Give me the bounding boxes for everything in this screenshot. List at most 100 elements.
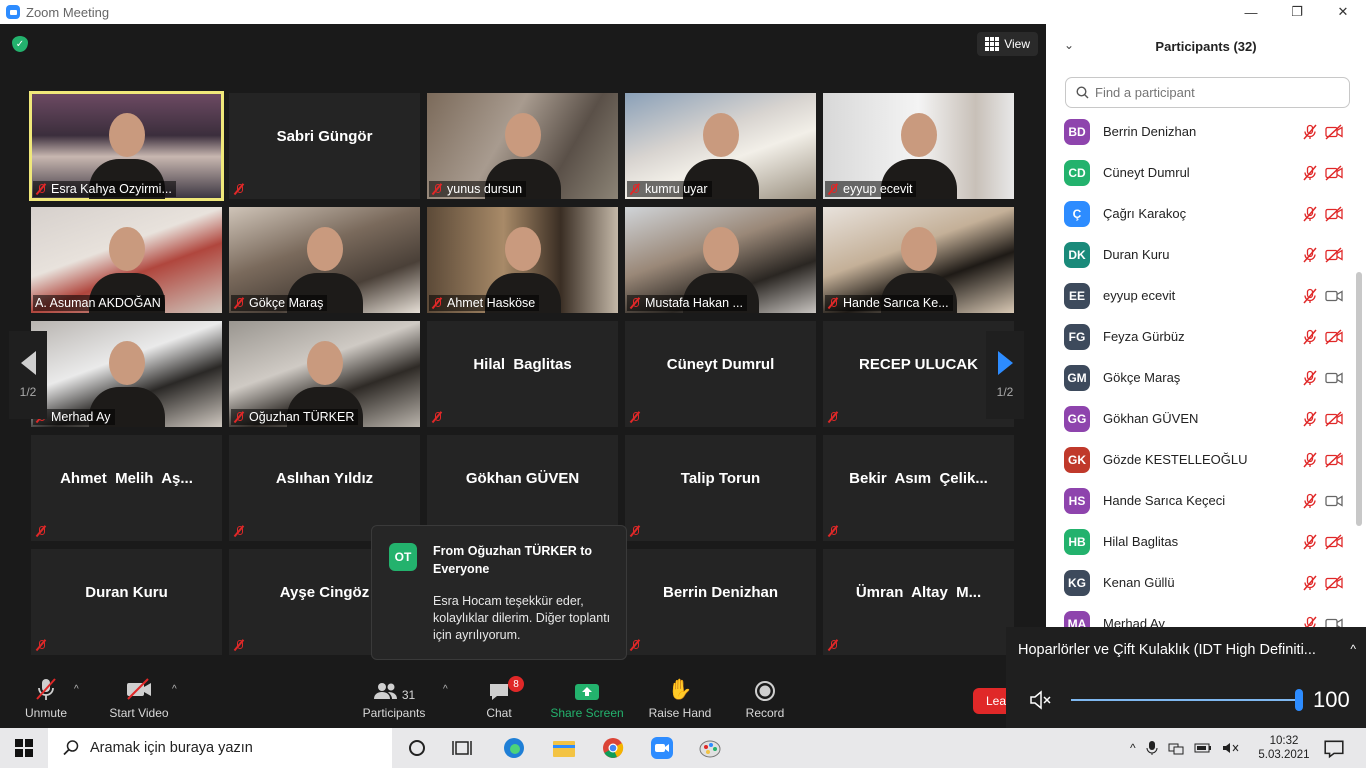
video-tile[interactable]: Oğuzhan TÜRKER: [229, 321, 420, 427]
participant-row[interactable]: KG Kenan Güllü: [1046, 562, 1356, 603]
battery-icon[interactable]: [1194, 741, 1212, 755]
task-view-icon[interactable]: [452, 737, 476, 759]
panel-scrollbar[interactable]: [1356, 272, 1362, 526]
participant-avatar: CD: [1064, 159, 1090, 186]
participant-row[interactable]: HS Hande Sarıca Keçeci: [1046, 480, 1356, 521]
zoom-app-icon[interactable]: [650, 737, 674, 759]
clock[interactable]: 10:32 5.03.2021: [1256, 728, 1312, 768]
arrow-left-icon: [20, 351, 36, 375]
close-button[interactable]: ✕: [1320, 0, 1366, 24]
tray-expand-icon[interactable]: ^: [1130, 741, 1136, 755]
grid-icon: [985, 37, 1000, 51]
raise-hand-button[interactable]: ✋ Raise Hand: [648, 676, 712, 724]
speaker-muted-icon[interactable]: [1028, 688, 1054, 712]
search-input[interactable]: [1095, 85, 1325, 100]
video-tile[interactable]: Mustafa Hakan ...: [625, 207, 816, 313]
paint-app-icon[interactable]: [698, 737, 722, 759]
start-video-button[interactable]: Start Video: [104, 676, 174, 724]
video-tile[interactable]: Esra Kahya Ozyirmi...: [29, 91, 224, 201]
video-tile[interactable]: Hilal Baglitas: [427, 321, 618, 427]
volume-slider-thumb[interactable]: [1295, 689, 1303, 711]
participant-search[interactable]: [1065, 77, 1350, 108]
video-tile[interactable]: yunus dursun: [427, 93, 618, 199]
record-icon: [755, 681, 775, 701]
video-tile[interactable]: kumru uyar: [625, 93, 816, 199]
clock-date: 5.03.2021: [1258, 749, 1310, 761]
video-tile[interactable]: Merhad Ay: [31, 321, 222, 427]
participant-avatar: KG: [1064, 569, 1090, 596]
cortana-icon[interactable]: [405, 737, 429, 759]
participants-button[interactable]: 31 Participants: [360, 676, 428, 724]
panel-title: Participants (32): [1155, 38, 1257, 54]
mic-muted-icon: [1302, 493, 1318, 509]
taskbar-search[interactable]: Aramak için buraya yazın: [48, 728, 392, 768]
video-options-caret[interactable]: ^: [172, 684, 177, 695]
audio-device-name[interactable]: Hoparlörler ve Çift Kulaklık (IDT High D…: [1018, 642, 1328, 658]
video-tile[interactable]: eyyup ecevit: [823, 93, 1014, 199]
tile-name: Berrin Denizhan: [662, 583, 779, 601]
participant-row[interactable]: FG Feyza Gürbüz: [1046, 316, 1356, 357]
video-tile[interactable]: Sabri Güngör: [229, 93, 420, 199]
participants-options-caret[interactable]: ^: [443, 684, 448, 695]
chevron-up-icon[interactable]: ^: [1350, 642, 1356, 656]
video-tile[interactable]: Ahmet Hasköse: [427, 207, 618, 313]
participant-row[interactable]: BD Berrin Denizhan: [1046, 111, 1356, 152]
chat-notification[interactable]: OT From Oğuzhan TÜRKER to Everyone Esra …: [371, 525, 627, 660]
participant-row[interactable]: GM Gökçe Maraş: [1046, 357, 1356, 398]
participant-avatar: BD: [1064, 118, 1090, 145]
next-page-button[interactable]: 1/2: [986, 331, 1024, 419]
tile-name: Cüneyt Dumrul: [666, 355, 775, 373]
security-shield-icon[interactable]: ✓: [12, 36, 28, 52]
search-icon: [1076, 86, 1089, 99]
unmute-button[interactable]: Unmute: [20, 676, 72, 724]
video-tile[interactable]: A. Asuman AKDOĞAN: [31, 207, 222, 313]
mic-muted-icon: [629, 183, 641, 195]
participant-face: [109, 227, 145, 271]
participant-row[interactable]: GK Gözde KESTELLEOĞLU: [1046, 439, 1356, 480]
tile-name: Ümran Altay M...: [855, 583, 982, 601]
volume-muted-icon[interactable]: [1222, 741, 1240, 755]
video-tile[interactable]: Bekir Asım Çelik...: [823, 435, 1014, 541]
restore-button[interactable]: ❐: [1274, 0, 1320, 24]
view-button[interactable]: View: [977, 32, 1038, 56]
video-tile[interactable]: Cüneyt Dumrul: [625, 321, 816, 427]
participant-avatar: EE: [1064, 282, 1090, 309]
audio-options-caret[interactable]: ^: [74, 684, 79, 695]
share-screen-button[interactable]: Share Screen: [550, 676, 624, 724]
volume-flyout: Hoparlörler ve Çift Kulaklık (IDT High D…: [1006, 627, 1366, 728]
record-button[interactable]: Record: [742, 676, 788, 724]
file-explorer-icon[interactable]: [552, 737, 576, 759]
video-tile[interactable]: Hande Sarıca Ke...: [823, 207, 1014, 313]
mic-muted-icon: [1302, 534, 1318, 550]
tile-name: Duran Kuru: [85, 583, 168, 601]
edge-browser-icon[interactable]: [502, 737, 526, 759]
minimize-button[interactable]: —: [1228, 0, 1274, 24]
mic-muted-icon: [629, 297, 641, 309]
microphone-icon[interactable]: [1146, 740, 1158, 756]
chat-unread-badge: 8: [508, 676, 524, 692]
camera-off-icon: [1325, 410, 1343, 427]
participant-avatar: DK: [1064, 241, 1090, 268]
prev-page-button[interactable]: 1/2: [9, 331, 47, 419]
video-tile[interactable]: Berrin Denizhan: [625, 549, 816, 655]
video-tile[interactable]: Gökçe Maraş: [229, 207, 420, 313]
participant-name: Gözde KESTELLEOĞLU: [1103, 452, 1248, 467]
participant-avatar: HB: [1064, 528, 1090, 555]
participant-row[interactable]: Ç Çağrı Karakoç: [1046, 193, 1356, 234]
video-tile[interactable]: Ümran Altay M...: [823, 549, 1014, 655]
participant-row[interactable]: EE eyyup ecevit: [1046, 275, 1356, 316]
notifications-icon[interactable]: [1322, 738, 1346, 760]
tile-name-label: Mustafa Hakan ...: [627, 295, 747, 311]
volume-slider-track[interactable]: [1071, 699, 1299, 701]
chrome-icon[interactable]: [601, 737, 625, 759]
network-icon[interactable]: [1168, 741, 1184, 755]
video-tile[interactable]: Talip Torun: [625, 435, 816, 541]
video-tile[interactable]: Ahmet Melih Aş...: [31, 435, 222, 541]
start-button[interactable]: [0, 728, 48, 768]
participant-row[interactable]: HB Hilal Baglitas: [1046, 521, 1356, 562]
participant-row[interactable]: DK Duran Kuru: [1046, 234, 1356, 275]
video-tile[interactable]: Duran Kuru: [31, 549, 222, 655]
chat-button[interactable]: 8 Chat: [480, 676, 524, 724]
participant-row[interactable]: GG Gökhan GÜVEN: [1046, 398, 1356, 439]
participant-row[interactable]: CD Cüneyt Dumrul: [1046, 152, 1356, 193]
